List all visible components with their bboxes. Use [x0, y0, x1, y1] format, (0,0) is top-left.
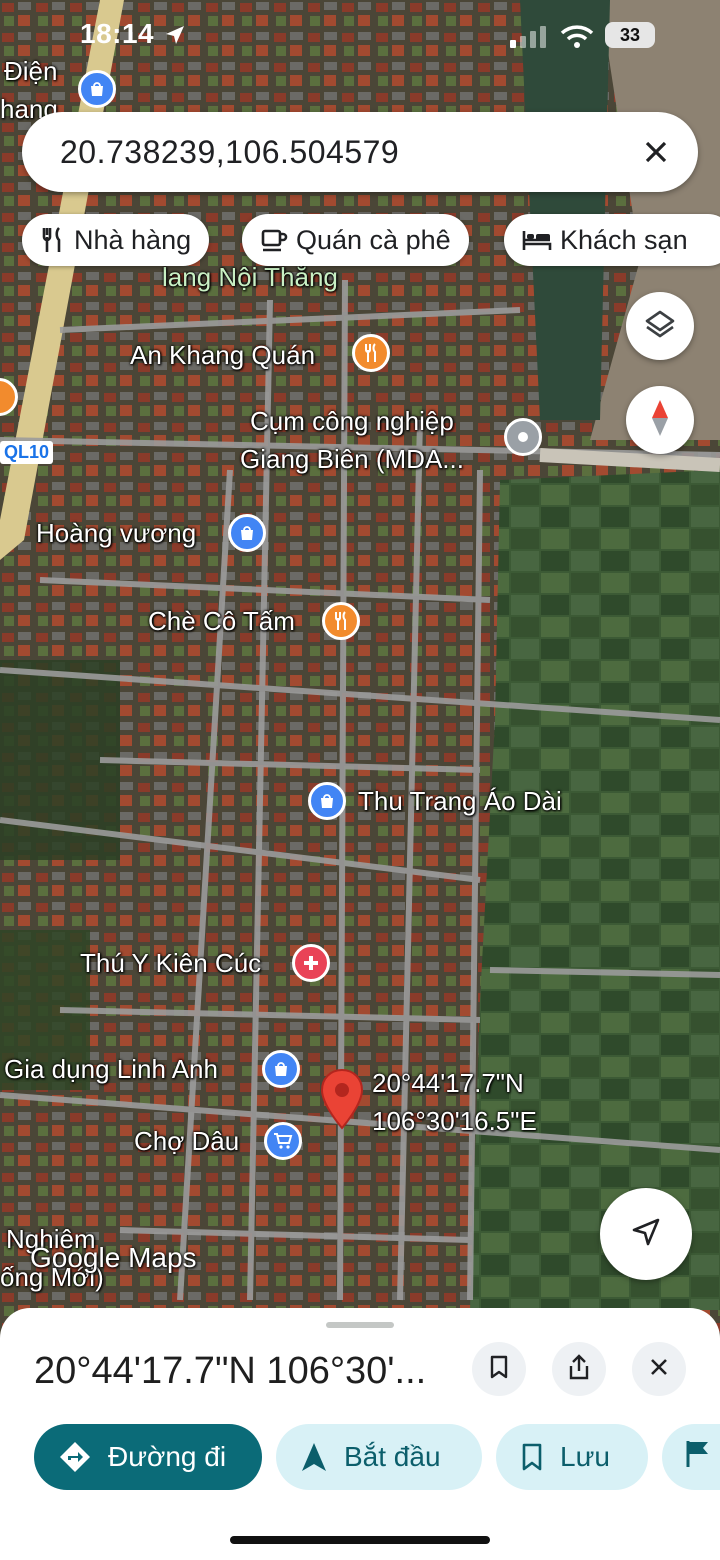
- place-label-cum-cn-2[interactable]: Giang Biên (MDA...: [240, 444, 464, 475]
- vet-clinic-icon[interactable]: [292, 944, 330, 982]
- action-label: Đường đi: [108, 1441, 227, 1472]
- save-button[interactable]: [472, 1342, 526, 1396]
- shopping-bag-icon[interactable]: [228, 514, 266, 552]
- place-label-thu-trang[interactable]: Thu Trang Áo Dài: [358, 786, 562, 817]
- layers-button[interactable]: [626, 292, 694, 360]
- industrial-zone-icon[interactable]: [504, 418, 542, 456]
- chip-hotels[interactable]: Khách sạn: [504, 214, 720, 266]
- chip-cafes[interactable]: Quán cà phê: [242, 214, 469, 266]
- place-label-dien[interactable]: Điện: [4, 56, 57, 87]
- restaurant-icon[interactable]: [322, 602, 360, 640]
- close-icon[interactable]: [638, 134, 674, 170]
- navigation-arrow-icon: [300, 1441, 328, 1473]
- action-label: Bắt đầu: [344, 1441, 441, 1472]
- shopping-bag-icon[interactable]: [308, 782, 346, 820]
- place-label-lang[interactable]: lang Nội Thắng: [162, 262, 338, 293]
- chip-restaurants[interactable]: Nhà hàng: [22, 214, 210, 266]
- compass-icon: [648, 398, 672, 443]
- place-label-cho-dau[interactable]: Chợ Dâu: [134, 1126, 239, 1157]
- layers-icon: [644, 308, 676, 345]
- dropped-pin-icon[interactable]: [318, 1068, 366, 1137]
- coffee-cup-icon: [260, 227, 288, 253]
- my-location-button[interactable]: [600, 1188, 692, 1280]
- share-button[interactable]: [552, 1342, 606, 1396]
- chip-label: Quán cà phê: [296, 224, 451, 255]
- bed-icon: [522, 228, 552, 252]
- place-label-thu-y[interactable]: Thú Y Kiên Cúc: [80, 948, 261, 979]
- restaurant-icon[interactable]: [352, 334, 390, 372]
- action-label: Lưu: [560, 1441, 610, 1472]
- fork-knife-icon: [40, 226, 66, 254]
- battery-indicator: 33: [605, 22, 655, 48]
- start-button[interactable]: Bắt đầu: [276, 1424, 482, 1490]
- road-shield-ql10: QL10: [0, 441, 54, 464]
- shopping-bag-icon[interactable]: [262, 1050, 300, 1088]
- status-time: 18:14: [80, 18, 155, 49]
- bookmark-icon: [488, 1354, 510, 1385]
- status-bar: 18:14 33: [0, 18, 720, 58]
- directions-icon: [58, 1440, 92, 1474]
- search-query[interactable]: 20.738239,106.504579: [60, 134, 399, 171]
- place-label-cum-cn-1[interactable]: Cụm công nghiệp: [250, 406, 454, 437]
- bookmark-icon: [520, 1442, 544, 1472]
- place-label-hoang-vuong[interactable]: Hoàng vương: [36, 518, 196, 549]
- sheet-drag-handle[interactable]: [326, 1322, 394, 1328]
- shopping-cart-icon[interactable]: [264, 1122, 302, 1160]
- cellular-signal-icon: [510, 26, 550, 53]
- google-maps-logo: Google Maps: [30, 1242, 197, 1273]
- place-label-che-co-tam[interactable]: Chè Cô Tấm: [148, 606, 295, 637]
- place-label-gia-dung[interactable]: Gia dụng Linh Anh: [4, 1054, 218, 1085]
- save-place-button[interactable]: Lưu: [496, 1424, 648, 1490]
- place-bottom-sheet[interactable]: 20°44'17.7"N 106°30'... Đường đi Bắt đầu…: [0, 1308, 720, 1560]
- shopping-bag-icon[interactable]: [78, 70, 116, 108]
- navigation-arrow-icon: [630, 1216, 662, 1253]
- compass-button[interactable]: [626, 386, 694, 454]
- flag-icon: [684, 1439, 712, 1476]
- home-indicator[interactable]: [230, 1536, 490, 1544]
- close-sheet-button[interactable]: [632, 1342, 686, 1396]
- location-arrow-icon: [164, 24, 186, 51]
- chip-label: Nhà hàng: [74, 224, 192, 255]
- place-label-an-khang[interactable]: An Khang Quán: [130, 340, 315, 371]
- search-bar[interactable]: 20.738239,106.504579: [22, 112, 698, 192]
- directions-button[interactable]: Đường đi: [34, 1424, 262, 1490]
- wifi-icon: [560, 24, 594, 55]
- share-icon: [567, 1353, 591, 1386]
- chip-label: Khách sạn: [560, 224, 688, 255]
- pin-label-lng: 106°30'16.5"E: [372, 1106, 537, 1136]
- pin-label-lat: 20°44'17.7"N: [372, 1068, 524, 1098]
- label-button[interactable]: [662, 1424, 720, 1490]
- close-icon: [648, 1356, 670, 1383]
- place-title: 20°44'17.7"N 106°30'...: [34, 1350, 427, 1392]
